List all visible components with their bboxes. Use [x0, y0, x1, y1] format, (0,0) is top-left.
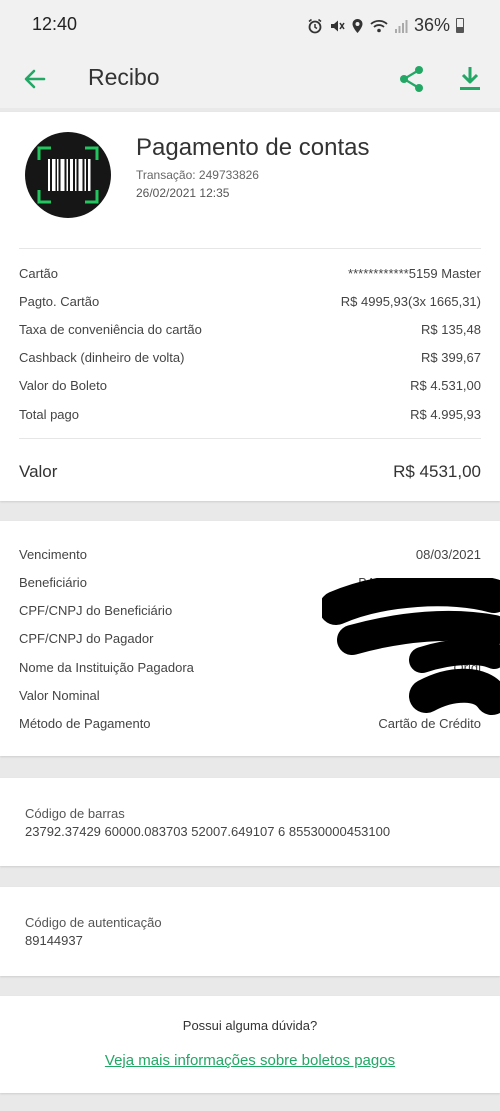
- mute-icon: [330, 20, 345, 31]
- transaction-id: Transação: 249733826: [136, 168, 259, 182]
- transaction-datetime: 26/02/2021 12:35: [136, 186, 230, 200]
- barcode-scan-icon: [25, 132, 111, 218]
- summary-row: Valor do Boleto R$ 4.531,00: [19, 378, 481, 393]
- app-bar: Recibo: [0, 52, 500, 108]
- share-icon[interactable]: [398, 64, 426, 94]
- help-card: Possui alguma dúvida? Veja mais informaç…: [0, 996, 500, 1093]
- summary-row: Pagto. Cartão R$ 4995,93(3x 1665,31): [19, 294, 481, 309]
- barcode-label: Código de barras: [25, 806, 125, 821]
- signal-icon: [394, 19, 408, 33]
- summary-row: Total pago R$ 4.995,93: [19, 407, 481, 422]
- detail-row: Vencimento 08/03/2021: [19, 547, 481, 562]
- detail-row: Nome da Instituição Pagadora Origi: [19, 660, 481, 675]
- page-title: Recibo: [88, 64, 160, 90]
- divider: [19, 248, 481, 249]
- wifi-icon: [370, 19, 388, 32]
- barcode-value[interactable]: 23792.37429 60000.083703 52007.649107 6 …: [25, 824, 390, 839]
- detail-row: CPF/CNPJ do Beneficiário: [19, 603, 173, 618]
- detail-row: Beneficiário BANCO BRADESCO: [19, 575, 481, 590]
- summary-row: Cartão ************5159 Master: [19, 266, 481, 281]
- divider: [19, 438, 481, 439]
- auth-value[interactable]: 89144937: [25, 933, 83, 948]
- detail-row: Valor Nominal: [19, 688, 100, 703]
- auth-label: Código de autenticação: [25, 915, 162, 930]
- detail-row: Método de Pagamento Cartão de Crédito: [19, 716, 481, 731]
- status-time: 12:40: [32, 14, 78, 34]
- summary-card: Pagamento de contas Transação: 249733826…: [0, 112, 500, 501]
- alarm-icon: [308, 18, 322, 33]
- total-row: Valor R$ 4531,00: [19, 462, 481, 481]
- help-link[interactable]: Veja mais informações sobre boletos pago…: [0, 1052, 500, 1069]
- summary-row: Taxa de conveniência do cartão R$ 135,48: [19, 322, 481, 337]
- status-bar: 12:40 36%: [0, 0, 500, 52]
- details-card: Vencimento 08/03/2021 Beneficiário BANCO B…: [0, 521, 500, 756]
- status-icons: 36%: [307, 15, 464, 36]
- auth-card: Código de autenticação 89144937: [0, 887, 500, 976]
- summary-row: Cashback (dinheiro de volta) R$ 399,67: [19, 350, 481, 365]
- barcode-card: Código de barras 23792.37429 60000.08370…: [0, 778, 500, 866]
- battery-percent: 36%: [413, 15, 450, 35]
- download-icon[interactable]: [457, 64, 483, 94]
- arrow-left-icon[interactable]: [20, 64, 50, 94]
- battery-icon: [456, 18, 464, 33]
- help-question: Possui alguma dúvida?: [182, 1018, 318, 1033]
- detail-row: CPF/CNPJ do Pagador: [19, 631, 154, 646]
- payment-title: Pagamento de contas: [136, 134, 370, 161]
- location-icon: [352, 18, 363, 33]
